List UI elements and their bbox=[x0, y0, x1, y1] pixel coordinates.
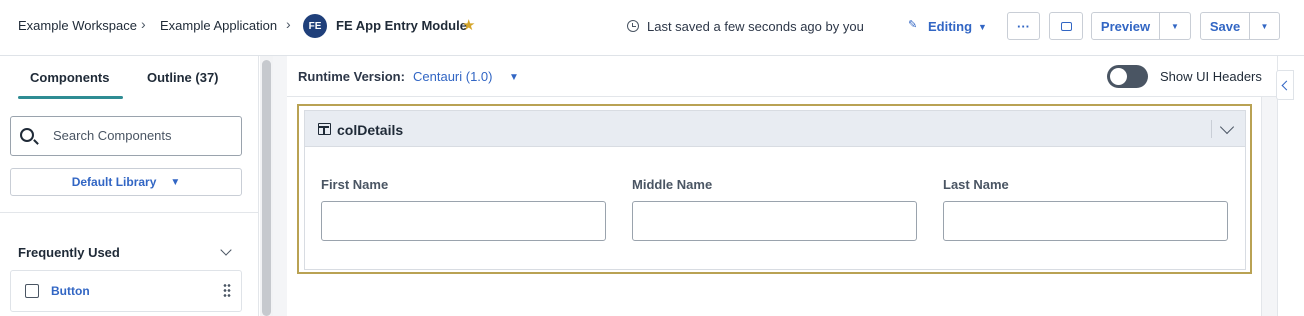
show-ui-headers-toggle[interactable] bbox=[1107, 65, 1148, 88]
search-input[interactable] bbox=[51, 127, 231, 144]
frequently-used-heading: Frequently Used bbox=[18, 245, 120, 260]
search-icon bbox=[20, 128, 34, 142]
caret-down-icon: ▼ bbox=[1171, 21, 1179, 31]
divider bbox=[0, 212, 259, 213]
runtime-version-dropdown[interactable]: Centauri (1.0) bbox=[413, 69, 492, 84]
chevron-down-icon[interactable] bbox=[220, 244, 232, 256]
top-bar: Example Workspace › Example Application … bbox=[0, 0, 1304, 56]
module-avatar: FE bbox=[303, 14, 327, 38]
star-icon[interactable]: ★ bbox=[462, 16, 475, 34]
expand-panel-button[interactable] bbox=[1276, 70, 1294, 100]
active-tab-indicator bbox=[18, 96, 123, 99]
library-select[interactable]: Default Library ▼ bbox=[10, 168, 242, 196]
editing-mode-dropdown[interactable]: Editing bbox=[928, 19, 972, 34]
square-icon bbox=[25, 284, 39, 298]
tab-components[interactable]: Components bbox=[30, 70, 109, 85]
caret-down-icon: ▼ bbox=[170, 176, 181, 188]
breadcrumb-application[interactable]: Example Application bbox=[160, 18, 277, 33]
caret-down-icon[interactable]: ▼ bbox=[509, 72, 519, 83]
last-saved-status: Last saved a few seconds ago by you bbox=[647, 19, 864, 34]
comment-icon bbox=[1060, 21, 1072, 31]
chevron-down-icon[interactable] bbox=[1219, 119, 1235, 135]
more-options-button[interactable]: ··· bbox=[1007, 12, 1040, 40]
chevron-right-icon: › bbox=[141, 16, 146, 32]
clock-icon bbox=[627, 20, 639, 32]
comments-button[interactable] bbox=[1049, 12, 1083, 40]
container-title: colDetails bbox=[337, 122, 404, 138]
first-name-label: First Name bbox=[321, 177, 389, 192]
sidebar-scrollbar-thumb[interactable] bbox=[262, 60, 271, 316]
middle-name-label: Middle Name bbox=[632, 177, 713, 192]
first-name-field[interactable] bbox=[321, 201, 606, 241]
last-name-label: Last Name bbox=[943, 177, 1009, 192]
header-divider bbox=[1211, 120, 1212, 138]
container-header[interactable]: colDetails bbox=[305, 111, 1245, 147]
components-sidebar: Components Outline (37) Default Library … bbox=[0, 56, 259, 316]
chevron-right-icon: › bbox=[286, 16, 291, 32]
runtime-bar: Runtime Version: Centauri (1.0) ▼ Show U… bbox=[287, 56, 1277, 97]
save-button[interactable]: Save bbox=[1200, 12, 1250, 40]
component-item-button[interactable]: Button bbox=[10, 270, 242, 312]
module-title: FE App Entry Module bbox=[336, 18, 467, 33]
caret-down-icon: ▼ bbox=[1260, 21, 1269, 31]
show-ui-headers-label: Show UI Headers bbox=[1160, 69, 1262, 84]
save-options-button[interactable]: ▼ bbox=[1249, 12, 1280, 40]
drag-handle-icon[interactable] bbox=[223, 283, 231, 299]
last-name-field[interactable] bbox=[943, 201, 1228, 241]
preview-options-button[interactable]: ▼ bbox=[1159, 12, 1191, 40]
columns-icon bbox=[318, 123, 331, 135]
tab-outline[interactable]: Outline (37) bbox=[147, 70, 219, 85]
columns-container[interactable]: colDetails First Name Middle Name Last N… bbox=[304, 110, 1246, 270]
caret-down-icon[interactable]: ▼ bbox=[978, 22, 987, 32]
search-box[interactable] bbox=[10, 116, 242, 156]
preview-button[interactable]: Preview bbox=[1091, 12, 1160, 40]
middle-name-field[interactable] bbox=[632, 201, 917, 241]
breadcrumb-workspace[interactable]: Example Workspace bbox=[18, 18, 137, 33]
runtime-version-label: Runtime Version: bbox=[298, 69, 405, 84]
component-item-label: Button bbox=[51, 284, 90, 298]
pencil-icon: ✎ bbox=[908, 19, 918, 31]
library-select-label: Default Library bbox=[71, 175, 157, 189]
